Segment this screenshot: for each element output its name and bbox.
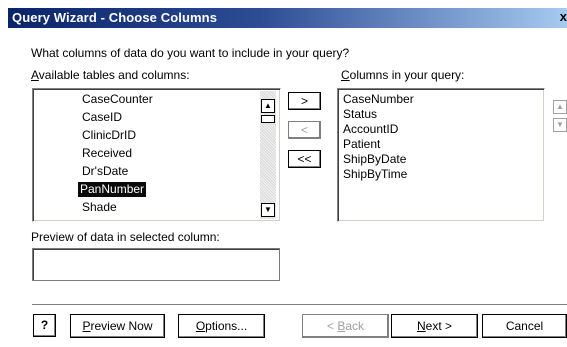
preview-now-button[interactable]: Preview Now xyxy=(70,314,165,338)
back-prefix: < xyxy=(326,319,338,333)
query-wizard-dialog: Query Wizard - Choose Columns x What col… xyxy=(8,8,567,347)
next-label: ext > xyxy=(425,319,453,333)
move-up-icon[interactable]: ▲ xyxy=(553,100,567,114)
list-item[interactable]: Shade xyxy=(80,200,119,215)
list-item[interactable]: ShipByDate xyxy=(341,152,408,167)
remove-column-button[interactable]: < xyxy=(288,121,321,139)
list-item[interactable]: CaseID xyxy=(80,110,124,125)
available-columns-label: Available tables and columns: xyxy=(31,68,190,82)
preview-label: Preview of data in selected column: xyxy=(31,230,220,244)
list-item-selected[interactable]: PanNumber xyxy=(78,182,147,197)
scroll-thumb[interactable] xyxy=(261,115,275,123)
close-icon[interactable]: x xyxy=(553,9,567,26)
list-item[interactable]: AccountID xyxy=(341,122,400,137)
scroll-up-icon[interactable]: ▲ xyxy=(261,99,275,113)
options-button[interactable]: Options... xyxy=(178,314,265,338)
window-title: Query Wizard - Choose Columns xyxy=(12,10,218,25)
list-item[interactable]: Received xyxy=(80,146,134,161)
list-item[interactable]: Status xyxy=(341,107,379,122)
list-item[interactable]: CaseCounter xyxy=(80,92,155,107)
add-column-button[interactable]: > xyxy=(288,92,321,110)
move-down-icon[interactable]: ▼ xyxy=(553,118,567,132)
list-item[interactable]: ClinicDrID xyxy=(80,128,138,143)
columns-label-rest: olumns in your query: xyxy=(349,68,465,82)
remove-all-columns-button[interactable]: << xyxy=(288,150,321,168)
options-label: ptions... xyxy=(205,319,248,333)
list-item[interactable]: CaseNumber xyxy=(341,92,416,107)
list-item[interactable]: Dr'sDate xyxy=(80,164,130,179)
back-button[interactable]: < Back xyxy=(302,314,389,338)
scroll-down-icon[interactable]: ▼ xyxy=(261,203,275,217)
footer-separator xyxy=(32,304,567,306)
help-icon: ? xyxy=(40,318,49,332)
next-accel: N xyxy=(416,319,426,333)
list-item[interactable]: Patient xyxy=(341,137,382,152)
help-button[interactable]: ? xyxy=(33,314,56,337)
preview-now-label: review Now xyxy=(90,319,153,333)
query-columns-list[interactable]: CaseNumber Status AccountID Patient Ship… xyxy=(337,88,545,222)
title-bar: Query Wizard - Choose Columns x xyxy=(8,8,567,28)
available-label-rest: vailable tables and columns: xyxy=(38,68,190,82)
prompt-text: What columns of data do you want to incl… xyxy=(31,46,350,60)
available-columns-list[interactable]: CaseCounter CaseID ClinicDrID Received D… xyxy=(32,88,281,222)
back-label: ack xyxy=(345,319,365,333)
preview-now-accel: P xyxy=(82,319,91,333)
options-accel: O xyxy=(195,319,206,333)
cancel-button[interactable]: Cancel xyxy=(482,314,567,338)
list-item[interactable]: ShipByTime xyxy=(341,167,409,182)
columns-label-accel: C xyxy=(341,68,350,82)
available-label-accel: A xyxy=(31,68,39,82)
preview-data-box[interactable] xyxy=(32,248,280,281)
query-columns-label: Columns in your query: xyxy=(341,68,464,82)
next-button[interactable]: Next > xyxy=(391,314,478,338)
